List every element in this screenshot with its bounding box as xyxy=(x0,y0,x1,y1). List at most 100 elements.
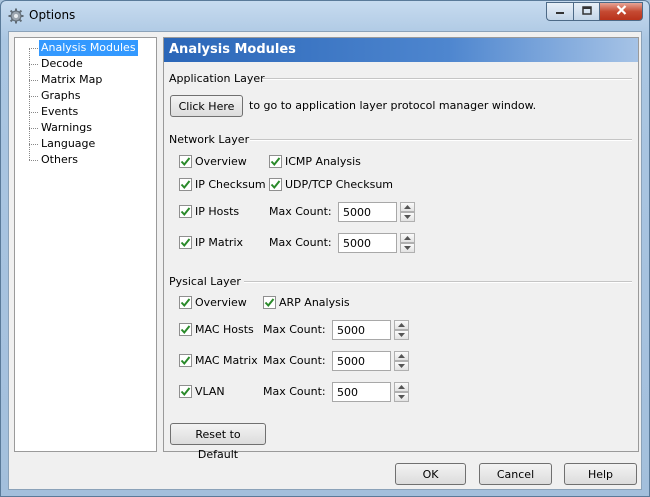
mac-hosts-spinner xyxy=(394,320,409,340)
spin-up-button[interactable] xyxy=(394,382,409,392)
udp-tcp-checksum-checkbox[interactable] xyxy=(269,178,282,191)
arrow-up-icon xyxy=(404,236,411,240)
overview-label: Overview xyxy=(195,155,247,168)
tree-item-warnings[interactable]: Warnings xyxy=(39,120,94,136)
tree-connector xyxy=(29,48,38,49)
maximize-button[interactable] xyxy=(573,2,599,21)
click-here-button[interactable]: Click Here xyxy=(170,95,243,117)
mac-matrix-max-count-label: Max Count: xyxy=(263,354,326,367)
minimize-button[interactable] xyxy=(546,2,573,21)
arrow-down-icon xyxy=(398,395,405,399)
dialog-client-area: Analysis Modules Decode Matrix Map Graph… xyxy=(8,31,642,490)
spin-down-button[interactable] xyxy=(394,330,409,340)
options-window: Options Analysis Modules Decode Matrix M… xyxy=(0,0,650,497)
close-icon xyxy=(616,5,627,18)
checkmark-icon xyxy=(270,180,281,190)
vlan-checkbox[interactable] xyxy=(179,385,192,398)
udp-tcp-checksum-label: UDP/TCP Checksum xyxy=(285,178,394,191)
vlan-max-count-input[interactable] xyxy=(332,382,391,402)
physical-overview-checkbox[interactable] xyxy=(179,296,192,309)
window-title: Options xyxy=(29,8,76,22)
spin-up-button[interactable] xyxy=(394,320,409,330)
network-layer-title: Network Layer xyxy=(169,133,250,146)
physical-overview-label: Overview xyxy=(195,296,247,309)
arrow-down-icon xyxy=(404,215,411,219)
ip-checksum-label: IP Checksum xyxy=(195,178,266,191)
reset-to-default-button[interactable]: Reset to Default xyxy=(170,423,266,461)
help-button[interactable]: Help xyxy=(564,463,637,485)
maximize-icon xyxy=(581,5,592,18)
ip-matrix-checkbox[interactable] xyxy=(179,236,192,249)
tree-connector xyxy=(29,112,38,113)
ip-matrix-max-count-label: Max Count: xyxy=(269,236,332,249)
spin-down-button[interactable] xyxy=(400,212,415,222)
cancel-button[interactable]: Cancel xyxy=(479,463,552,485)
ok-button[interactable]: OK xyxy=(395,463,466,485)
mac-matrix-spinner xyxy=(394,351,409,371)
checkmark-icon xyxy=(180,180,191,190)
tree-item-others[interactable]: Others xyxy=(39,152,80,168)
checkmark-icon xyxy=(180,207,191,217)
icmp-analysis-label: ICMP Analysis xyxy=(285,155,361,168)
tree-item-graphs[interactable]: Graphs xyxy=(39,88,82,104)
click-here-hint: to go to application layer protocol mana… xyxy=(249,99,537,112)
ip-matrix-max-count-input[interactable] xyxy=(338,233,397,253)
arrow-up-icon xyxy=(398,385,405,389)
ip-hosts-spinner xyxy=(400,202,415,222)
gear-icon xyxy=(8,8,24,24)
arp-analysis-checkbox[interactable] xyxy=(263,296,276,309)
spin-down-button[interactable] xyxy=(394,392,409,402)
tree-connector xyxy=(29,80,38,81)
tree-item-matrix-map[interactable]: Matrix Map xyxy=(39,72,104,88)
ip-hosts-max-count-input[interactable] xyxy=(338,202,397,222)
tree-item-decode[interactable]: Decode xyxy=(39,56,85,72)
arrow-down-icon xyxy=(398,333,405,337)
ip-hosts-checkbox[interactable] xyxy=(179,205,192,218)
options-tree: Analysis Modules Decode Matrix Map Graph… xyxy=(14,37,157,452)
checkmark-icon xyxy=(180,238,191,248)
close-button[interactable] xyxy=(599,2,643,21)
spin-up-button[interactable] xyxy=(394,351,409,361)
tree-connector xyxy=(29,128,38,129)
title-bar[interactable]: Options xyxy=(1,1,649,31)
tree-connector xyxy=(29,64,38,65)
mac-hosts-checkbox[interactable] xyxy=(179,323,192,336)
physical-layer-title: Pysical Layer xyxy=(169,275,241,288)
tree-connector xyxy=(29,144,38,145)
tree-item-events[interactable]: Events xyxy=(39,104,80,120)
separator xyxy=(262,78,632,80)
checkmark-icon xyxy=(180,298,191,308)
arrow-up-icon xyxy=(398,323,405,327)
settings-panel: Analysis Modules Application Layer Click… xyxy=(163,37,639,461)
tree-item-language[interactable]: Language xyxy=(39,136,97,152)
arp-analysis-label: ARP Analysis xyxy=(279,296,350,309)
spin-up-button[interactable] xyxy=(400,233,415,243)
checkmark-icon xyxy=(180,325,191,335)
tree-connector xyxy=(29,96,38,97)
checkmark-icon xyxy=(180,387,191,397)
ip-checksum-checkbox[interactable] xyxy=(179,178,192,191)
arrow-up-icon xyxy=(398,354,405,358)
overview-checkbox[interactable] xyxy=(179,155,192,168)
checkmark-icon xyxy=(264,298,275,308)
checkmark-icon xyxy=(180,356,191,366)
spin-down-button[interactable] xyxy=(400,243,415,253)
mac-hosts-max-count-input[interactable] xyxy=(332,320,391,340)
application-layer-title: Application Layer xyxy=(169,72,265,85)
spin-down-button[interactable] xyxy=(394,361,409,371)
minimize-icon xyxy=(555,5,565,18)
tree-connector xyxy=(29,160,38,161)
arrow-down-icon xyxy=(398,364,405,368)
icmp-analysis-checkbox[interactable] xyxy=(269,155,282,168)
mac-hosts-label: MAC Hosts xyxy=(195,323,254,336)
checkmark-icon xyxy=(180,157,191,167)
mac-matrix-checkbox[interactable] xyxy=(179,354,192,367)
checkmark-icon xyxy=(270,157,281,167)
mac-matrix-max-count-input[interactable] xyxy=(332,351,391,371)
spin-up-button[interactable] xyxy=(400,202,415,212)
vlan-spinner xyxy=(394,382,409,402)
ip-hosts-max-count-label: Max Count: xyxy=(269,205,332,218)
tree-item-analysis-modules[interactable]: Analysis Modules xyxy=(39,40,138,56)
ip-hosts-label: IP Hosts xyxy=(195,205,240,218)
mac-matrix-label: MAC Matrix xyxy=(195,354,258,367)
